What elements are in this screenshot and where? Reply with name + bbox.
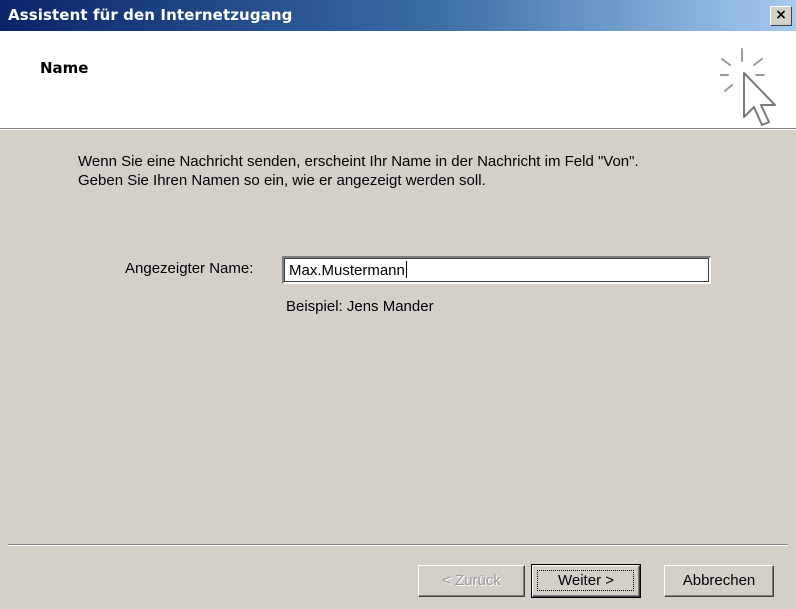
display-name-value: Max.Mustermann — [289, 262, 405, 279]
description-line-1: Wenn Sie eine Nachricht senden, erschein… — [78, 153, 639, 170]
close-icon: × — [775, 7, 787, 23]
next-button[interactable]: Weiter > — [531, 564, 641, 598]
display-name-input[interactable]: Max.Mustermann — [282, 256, 711, 284]
back-button[interactable]: < Zurück — [418, 565, 525, 597]
example-text: Beispiel: Jens Mander — [286, 298, 434, 315]
header-divider-highlight — [0, 129, 796, 130]
footer-divider-highlight — [8, 545, 788, 546]
description-text: Wenn Sie eine Nachricht senden, erschein… — [78, 152, 639, 190]
description-line-2: Geben Sie Ihren Namen so ein, wie er ang… — [78, 172, 486, 189]
next-button-label: Weiter > — [558, 572, 614, 589]
page-title: Name — [40, 59, 89, 77]
wizard-cursor-sparkle-icon — [720, 48, 776, 126]
text-caret — [405, 261, 407, 278]
title-bar[interactable]: Assistent für den Internetzugang × — [0, 0, 796, 31]
display-name-label: Angezeigter Name: — [125, 260, 254, 277]
close-button[interactable]: × — [770, 6, 792, 26]
wizard-dialog: Assistent für den Internetzugang × Name … — [0, 0, 796, 609]
wizard-header: Name — [0, 31, 796, 128]
window-title: Assistent für den Internetzugang — [8, 6, 293, 24]
cancel-button[interactable]: Abbrechen — [664, 565, 774, 597]
